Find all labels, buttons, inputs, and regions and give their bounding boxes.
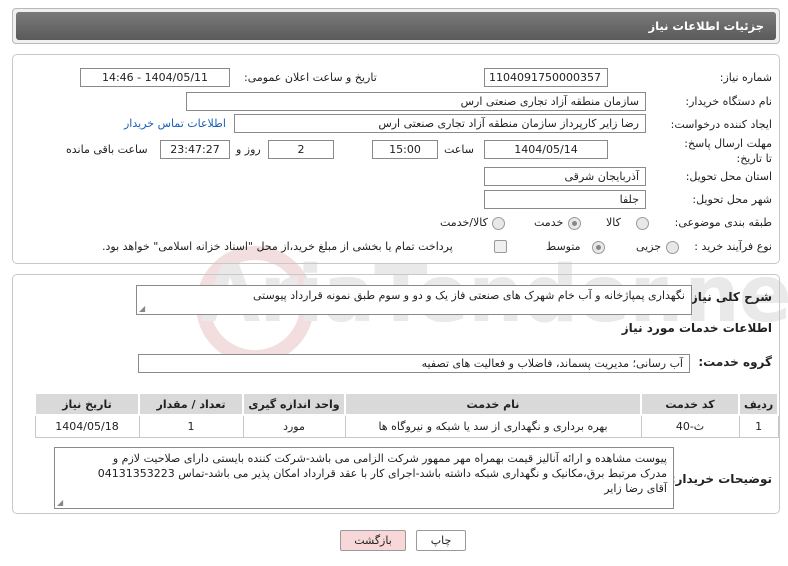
buyer-notes-line: آقای رضا زایر bbox=[604, 482, 667, 495]
category-radio-goods[interactable] bbox=[636, 217, 649, 230]
province-field: آذربایجان شرقی bbox=[484, 167, 646, 186]
treasury-payment-note: پرداخت تمام یا بخشی از مبلغ خرید،از محل … bbox=[102, 240, 453, 253]
days-remaining-field: 2 bbox=[268, 140, 334, 159]
category-option-service: خدمت bbox=[534, 216, 564, 229]
deadline-date-field: 1404/05/14 bbox=[484, 140, 608, 159]
process-label: نوع فرآیند خرید : bbox=[694, 240, 772, 253]
province-label: استان محل تحویل: bbox=[685, 170, 772, 183]
process-radio-medium[interactable] bbox=[592, 241, 605, 254]
buyer-notes-label: توضیحات خریدار: bbox=[670, 472, 772, 486]
services-section-title: اطلاعات خدمات مورد نیاز bbox=[621, 321, 772, 335]
deadline-time-field: 15:00 bbox=[372, 140, 438, 159]
deadline-label: مهلت ارسال پاسخ: تا تاریخ: bbox=[684, 137, 772, 165]
col-row: ردیف bbox=[737, 392, 780, 416]
announce-datetime-label: تاریخ و ساعت اعلان عمومی: bbox=[244, 71, 377, 84]
category-radio-goods-service[interactable] bbox=[492, 217, 505, 230]
back-button[interactable]: بازگشت bbox=[340, 530, 406, 551]
print-button[interactable]: چاپ bbox=[416, 530, 466, 551]
buyer-contact-link[interactable]: اطلاعات تماس خریدار bbox=[124, 117, 226, 130]
buyer-notes-line: مدرک مرتبط برق،مکانیک و نگهداری شبکه داش… bbox=[97, 467, 667, 480]
need-number-field: 1104091750000357 bbox=[484, 68, 608, 87]
services-table: ردیف کد خدمت نام خدمت واحد اندازه گیری ت… bbox=[34, 392, 780, 438]
col-name: نام خدمت bbox=[344, 392, 642, 416]
announce-datetime-field: 1404/05/11 - 14:46 bbox=[80, 68, 230, 87]
buyer-notes-line: پیوست مشاهده و ارائه آنالیز قیمت بهمراه … bbox=[112, 452, 667, 465]
table-header-row: ردیف کد خدمت نام خدمت واحد اندازه گیری ت… bbox=[34, 392, 780, 416]
cell-name: بهره برداری و نگهداری از سد یا شبکه و نی… bbox=[344, 414, 642, 438]
category-radio-service[interactable] bbox=[568, 217, 581, 230]
process-option-medium: متوسط bbox=[546, 240, 581, 253]
table-row: 1 ث-40 بهره برداری و نگهداری از سد یا شب… bbox=[34, 414, 779, 438]
remaining-label: ساعت باقی مانده bbox=[66, 143, 148, 156]
remaining-time-field: 23:47:27 bbox=[160, 140, 230, 159]
service-group-label: گروه خدمت: bbox=[698, 355, 772, 369]
col-date: تاریخ نیاز bbox=[34, 392, 140, 416]
process-option-minor: جزیی bbox=[636, 240, 662, 253]
buyer-org-field: سازمان منطقه آزاد تجاری صنعتی ارس bbox=[186, 92, 646, 111]
service-group-field: آب رسانی؛ مدیریت پسماند، فاضلاب و فعالیت… bbox=[138, 354, 690, 373]
process-radio-minor[interactable] bbox=[666, 241, 679, 254]
cell-qty: 1 bbox=[138, 414, 244, 438]
resize-grip-icon[interactable]: ◢ bbox=[57, 499, 63, 507]
services-table-wrap: ردیف کد خدمت نام خدمت واحد اندازه گیری ت… bbox=[34, 392, 780, 438]
page-header: جزئیات اطلاعات نیاز bbox=[12, 8, 780, 44]
col-qty: تعداد / مقدار bbox=[138, 392, 244, 416]
cell-code: ث-40 bbox=[640, 414, 740, 438]
buyer-org-label: نام دستگاه خریدار: bbox=[685, 95, 772, 108]
col-code: کد خدمت bbox=[640, 392, 740, 416]
creator-field: رضا زایر کارپرداز سازمان منطقه آزاد تجار… bbox=[234, 114, 646, 133]
category-option-goods: کالا bbox=[606, 216, 621, 229]
cell-row: 1 bbox=[738, 414, 779, 438]
resize-grip-icon[interactable]: ◢ bbox=[139, 305, 145, 313]
deadline-time-label: ساعت bbox=[444, 143, 474, 156]
col-unit: واحد اندازه گیری bbox=[242, 392, 346, 416]
summary-text: نگهداری پمپاژخانه و آب خام شهرک های صنعت… bbox=[252, 289, 685, 302]
buyer-notes-textarea: پیوست مشاهده و ارائه آنالیز قیمت بهمراه … bbox=[54, 447, 674, 509]
summary-textarea: نگهداری پمپاژخانه و آب خام شهرک های صنعت… bbox=[136, 285, 692, 315]
days-label: روز و bbox=[236, 143, 261, 156]
page-title: جزئیات اطلاعات نیاز bbox=[16, 12, 776, 40]
category-option-goods-service: کالا/خدمت bbox=[440, 216, 488, 229]
treasury-payment-checkbox[interactable] bbox=[494, 240, 507, 253]
cell-date: 1404/05/18 bbox=[34, 414, 140, 438]
creator-label: ایجاد کننده درخواست: bbox=[670, 118, 772, 131]
city-label: شهر محل تحویل: bbox=[692, 193, 772, 206]
summary-label: شرح کلی نیاز: bbox=[686, 290, 772, 304]
cell-unit: مورد bbox=[242, 414, 346, 438]
need-number-label: شماره نیاز: bbox=[719, 71, 772, 84]
city-field: جلفا bbox=[484, 190, 646, 209]
category-label: طبقه بندی موضوعی: bbox=[674, 216, 772, 229]
